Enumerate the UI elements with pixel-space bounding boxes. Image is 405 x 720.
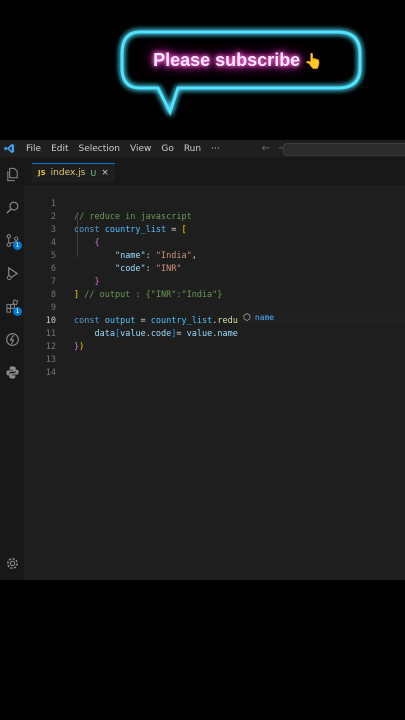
back-arrow-icon[interactable]: ← [262, 143, 270, 154]
code-line: 14 [24, 354, 405, 378]
pointing-hand-icon: 👆 [304, 53, 323, 70]
menu-edit[interactable]: Edit [47, 144, 72, 154]
line-number: 14 [45, 368, 56, 378]
code-line: 6 } [24, 250, 405, 287]
title-bar: File Edit Selection View Go Run ··· ← → [0, 140, 405, 157]
activity-bar: 1 1 [0, 157, 24, 580]
code-line: 13 [24, 341, 405, 365]
code-line: 8 [24, 276, 405, 300]
code-line: 4 "name": "India", [24, 224, 405, 261]
search-icon[interactable] [4, 199, 20, 215]
menu-run[interactable]: Run [180, 144, 205, 154]
tab-bar: JS index.js U × [24, 157, 405, 185]
code-line: 1 // reduce in javascript [24, 185, 405, 222]
menu-go[interactable]: Go [157, 144, 177, 154]
code-line: 5 "code": "INR" [24, 237, 405, 274]
subscribe-overlay: Please subscribe 👆 [118, 28, 368, 120]
vscode-logo-icon [2, 142, 16, 156]
code-editor[interactable]: 1 // reduce in javascript 2 const countr… [24, 185, 405, 580]
explorer-icon[interactable] [4, 166, 20, 182]
code-line: 3 { [24, 211, 405, 248]
run-debug-icon[interactable] [4, 265, 20, 281]
menu-file[interactable]: File [22, 144, 45, 154]
menu-selection[interactable]: Selection [75, 144, 124, 154]
javascript-file-icon: JS [38, 169, 46, 177]
suggestion-label: name [254, 313, 275, 322]
remote-explorer-icon[interactable] [4, 331, 20, 347]
autocomplete-suggestion[interactable]: ⬡ name [238, 311, 405, 324]
code-line: 2 const country_list = [ [24, 198, 405, 235]
extensions-icon[interactable]: 1 [4, 298, 22, 316]
untracked-status: U [90, 168, 97, 178]
command-center-search[interactable] [283, 143, 405, 156]
menu-view[interactable]: View [126, 144, 155, 154]
extensions-badge-icon: 1 [13, 307, 22, 316]
subscribe-label: Please subscribe [153, 50, 301, 70]
subscribe-text: Please subscribe 👆 [118, 50, 358, 71]
code-line: 7 ] // output : {"INR":"India"} [24, 263, 405, 300]
code-line: 9 const output = country_list.reduce((da… [24, 289, 405, 326]
source-control-icon[interactable]: 1 [4, 232, 22, 250]
menu-more[interactable]: ··· [207, 144, 224, 154]
tab-filename: index.js [50, 168, 86, 178]
close-tab-icon[interactable]: × [101, 168, 109, 178]
source-control-badge-icon: 1 [13, 241, 22, 250]
manage-gear-icon[interactable] [4, 555, 20, 571]
editor-window: File Edit Selection View Go Run ··· ← → … [0, 140, 405, 580]
speech-bubble-frame [120, 30, 362, 116]
python-icon[interactable] [4, 364, 20, 380]
cube-icon: ⬡ [243, 312, 251, 323]
tab-index-js[interactable]: JS index.js U × [32, 163, 115, 182]
code-line: 12 [24, 328, 405, 352]
